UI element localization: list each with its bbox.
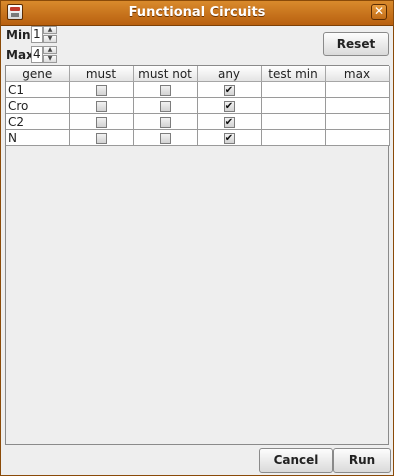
gene-cell[interactable]: C2 [6, 113, 70, 130]
gene-cell[interactable]: C1 [6, 81, 70, 98]
spinner-up-icon[interactable]: ▲ [43, 26, 57, 34]
max-cell[interactable] [324, 81, 390, 98]
test-min-cell[interactable] [260, 81, 326, 98]
spinner-down-icon[interactable]: ▼ [43, 35, 57, 43]
table-row[interactable]: C1 ✔ [6, 81, 390, 98]
cancel-button[interactable]: Cancel [259, 448, 333, 473]
column-header-any[interactable]: any [196, 66, 262, 82]
title-bar[interactable]: Functional Circuits ✕ [1, 1, 393, 26]
min-label: Min [6, 28, 31, 42]
gene-cell[interactable]: N [6, 129, 70, 146]
test-min-cell[interactable] [260, 97, 326, 114]
min-value[interactable]: 1 [31, 26, 43, 43]
window-title: Functional Circuits [128, 5, 266, 20]
run-button[interactable]: Run [333, 448, 391, 473]
gene-table: gene must must not any test min max C1 ✔ [5, 65, 390, 445]
any-checkbox[interactable]: ✔ [223, 84, 235, 96]
max-cell[interactable] [324, 129, 390, 146]
column-header-gene[interactable]: gene [6, 66, 70, 82]
test-min-cell[interactable] [260, 129, 326, 146]
test-min-cell[interactable] [260, 113, 326, 130]
table-row[interactable]: Cro ✔ [6, 97, 390, 114]
table-row[interactable]: N ✔ [6, 129, 390, 146]
close-icon[interactable]: ✕ [371, 4, 387, 20]
table-header: gene must must not any test min max [6, 66, 390, 82]
must-checkbox[interactable] [95, 132, 107, 144]
max-cell[interactable] [324, 113, 390, 130]
must-not-checkbox[interactable] [159, 100, 171, 112]
any-checkbox[interactable]: ✔ [223, 100, 235, 112]
must-not-checkbox[interactable] [159, 132, 171, 144]
column-header-test-min[interactable]: test min [260, 66, 326, 82]
column-header-must[interactable]: must [68, 66, 134, 82]
max-value[interactable]: 4 [31, 46, 43, 63]
max-cell[interactable] [324, 97, 390, 114]
must-checkbox[interactable] [95, 84, 107, 96]
column-header-must-not[interactable]: must not [132, 66, 198, 82]
min-spinner[interactable]: 1 ▲ ▼ [31, 26, 57, 43]
spinner-up-icon[interactable]: ▲ [43, 46, 57, 54]
any-checkbox[interactable]: ✔ [223, 132, 235, 144]
max-label: Max [6, 48, 34, 62]
spinner-down-icon[interactable]: ▼ [43, 55, 57, 63]
table-row[interactable]: C2 ✔ [6, 113, 390, 130]
must-checkbox[interactable] [95, 100, 107, 112]
must-checkbox[interactable] [95, 116, 107, 128]
any-checkbox[interactable]: ✔ [223, 116, 235, 128]
gene-cell[interactable]: Cro [6, 97, 70, 114]
column-header-max[interactable]: max [324, 66, 390, 82]
must-not-checkbox[interactable] [159, 116, 171, 128]
reset-button[interactable]: Reset [323, 32, 389, 56]
must-not-checkbox[interactable] [159, 84, 171, 96]
max-spinner[interactable]: 4 ▲ ▼ [31, 46, 57, 63]
functional-circuits-dialog: Functional Circuits ✕ Min 1 ▲ ▼ Max 4 ▲ … [0, 0, 394, 476]
